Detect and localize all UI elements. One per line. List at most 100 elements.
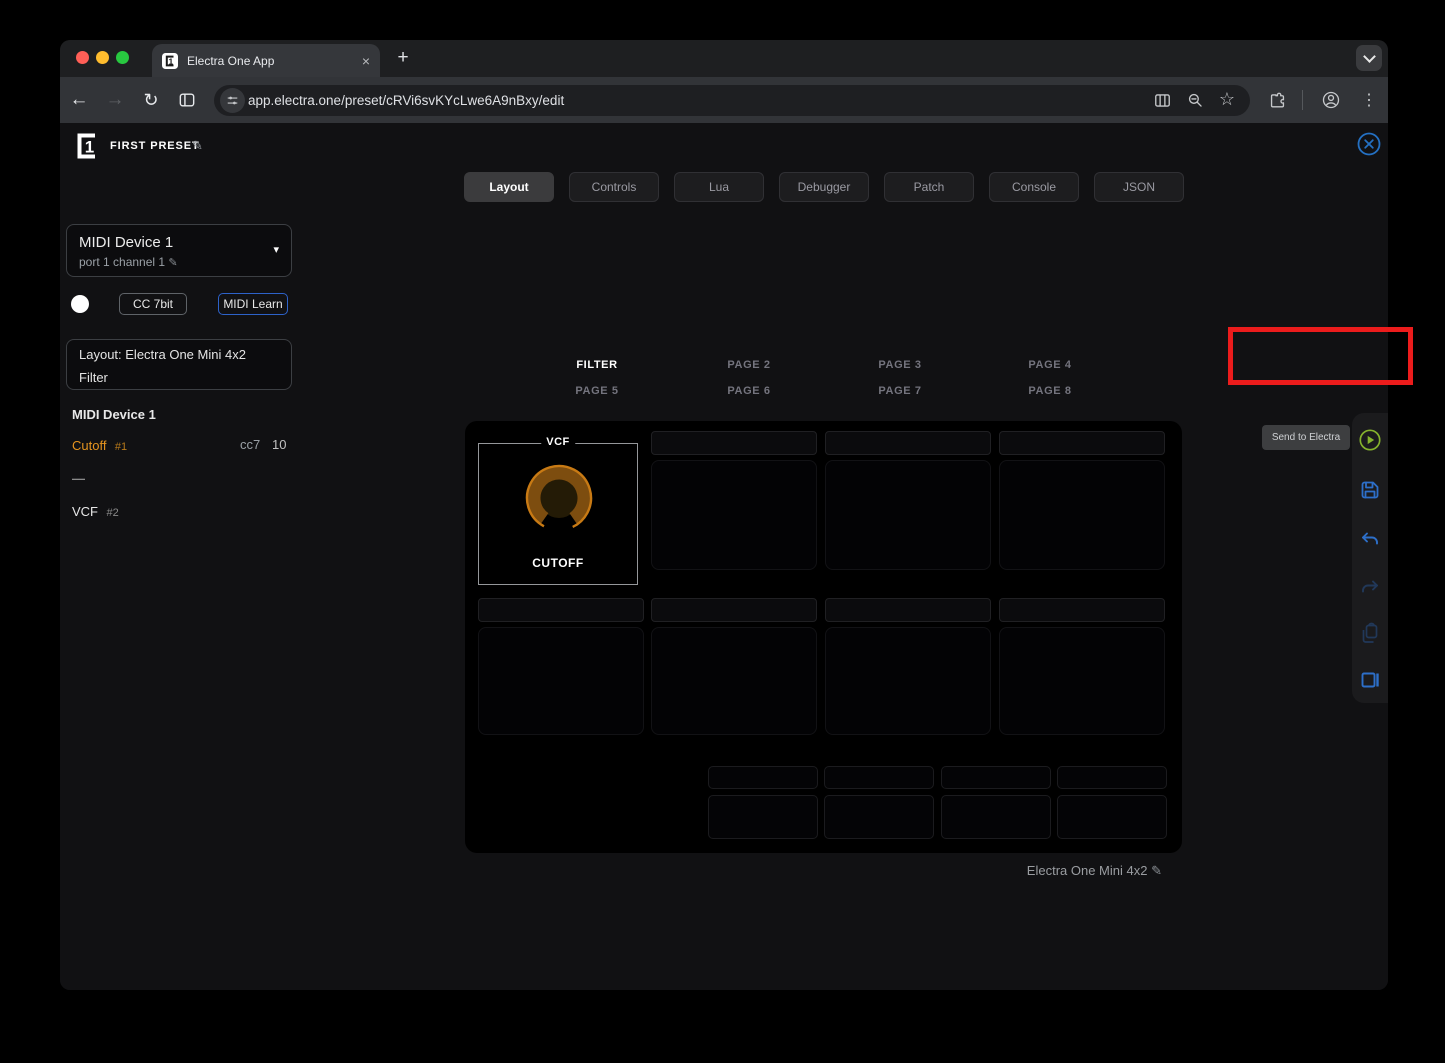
traffic-light-close[interactable] [76, 51, 89, 64]
close-tab-icon[interactable]: × [362, 53, 370, 69]
nav-tab-lua[interactable]: Lua [674, 172, 764, 202]
empty-slot-body[interactable] [999, 460, 1165, 570]
hw-button-zone[interactable] [708, 766, 818, 789]
annotation-highlight-rect [1228, 327, 1413, 385]
control-list-item-vcf[interactable]: VCF #2 [72, 503, 284, 521]
nav-tab-json[interactable]: JSON [1094, 172, 1184, 202]
layout-info-page: Filter [79, 370, 108, 385]
page-tab-6[interactable]: PAGE 6 [727, 385, 770, 397]
traffic-light-zoom[interactable] [116, 51, 129, 64]
nav-tab-controls[interactable]: Controls [569, 172, 659, 202]
browser-tab[interactable]: 1 Electra One App × [152, 44, 380, 77]
preset-name: FIRST PRESET [110, 140, 200, 152]
new-tab-button[interactable]: + [392, 47, 414, 69]
traffic-light-minimize[interactable] [96, 51, 109, 64]
app-content: 1 FIRST PRESET ✎ Layout Controls Lua Deb… [60, 123, 1388, 990]
control-parameter: 10 [272, 437, 286, 452]
empty-slot-header[interactable] [999, 598, 1165, 622]
hw-button-zone[interactable] [824, 766, 934, 789]
url-text[interactable]: app.electra.one/preset/cRVi6svKYcLwe6A9n… [248, 85, 564, 116]
color-swatch[interactable] [71, 295, 89, 313]
svg-text:1: 1 [85, 138, 94, 157]
page-tab-5[interactable]: PAGE 5 [575, 385, 618, 397]
hw-button-zone[interactable] [941, 795, 1051, 839]
panel-toggle-button[interactable] [1358, 668, 1382, 692]
empty-slot-header[interactable] [651, 598, 817, 622]
control-list-separator: — [72, 471, 85, 486]
empty-slot-header[interactable] [825, 431, 991, 455]
empty-slot-header[interactable] [651, 431, 817, 455]
tab-search-button[interactable] [1356, 45, 1382, 71]
device-label-row: Electra One Mini 4x2 ✎ [900, 863, 1162, 879]
cutoff-knob[interactable] [520, 459, 598, 537]
empty-slot-header[interactable] [478, 598, 644, 622]
close-editor-button[interactable] [1356, 131, 1382, 157]
paste-button[interactable] [1358, 622, 1382, 646]
hw-button-zone[interactable] [708, 795, 818, 839]
nav-tab-patch[interactable]: Patch [884, 172, 974, 202]
toolbar-divider [1302, 90, 1303, 110]
page-tab-4[interactable]: PAGE 4 [1028, 359, 1071, 371]
redo-button[interactable] [1358, 576, 1382, 600]
layout-info-layout: Layout: Electra One Mini 4x2 [79, 347, 246, 362]
hw-button-zone[interactable] [1057, 795, 1167, 839]
hw-button-zone[interactable] [1057, 766, 1167, 789]
empty-slot-body[interactable] [825, 460, 991, 570]
electra-logo: 1 [74, 132, 102, 160]
layout-canvas: VCF CUTOFF [465, 421, 1182, 853]
nav-tab-debugger[interactable]: Debugger [779, 172, 869, 202]
group-id: #2 [106, 507, 118, 519]
edit-device-label-icon[interactable]: ✎ [1151, 863, 1162, 878]
reload-button[interactable]: ↻ [138, 87, 164, 113]
nav-tab-console[interactable]: Console [989, 172, 1079, 202]
vcf-control-group[interactable]: VCF CUTOFF [478, 443, 638, 585]
hw-button-zone[interactable] [941, 766, 1051, 789]
sidebar-device-heading: MIDI Device 1 [72, 407, 156, 422]
tab-strip: 1 Electra One App × + [60, 40, 1388, 77]
device-label: Electra One Mini 4x2 [1027, 863, 1148, 878]
back-button[interactable]: ← [66, 87, 92, 113]
empty-slot-body[interactable] [825, 627, 991, 735]
send-to-electra-tooltip: Send to Electra [1262, 425, 1350, 450]
device-selector[interactable]: MIDI Device 1 port 1 channel 1 ✎ ▾ [66, 224, 292, 277]
editor-nav: Layout Controls Lua Debugger Patch Conso… [464, 172, 1184, 202]
save-button[interactable] [1358, 478, 1382, 502]
extensions-icon[interactable] [1264, 87, 1290, 113]
undo-button[interactable] [1358, 528, 1382, 552]
profile-avatar-icon[interactable] [1318, 87, 1344, 113]
control-id: #1 [115, 441, 127, 453]
page-tab-7[interactable]: PAGE 7 [878, 385, 921, 397]
zoom-out-icon[interactable] [1182, 87, 1208, 113]
page-tab-2[interactable]: PAGE 2 [727, 359, 770, 371]
empty-slot-body[interactable] [478, 627, 644, 735]
page-tab-8[interactable]: PAGE 8 [1028, 385, 1071, 397]
layout-info-box: Layout: Electra One Mini 4x2 Filter [66, 339, 292, 390]
bookmark-star-icon[interactable]: ☆ [1214, 86, 1240, 112]
favicon-electra: 1 [162, 53, 178, 69]
control-list-item-cutoff[interactable]: Cutoff #1 cc7 10 [72, 437, 284, 455]
side-panel-button[interactable] [174, 87, 200, 113]
forward-button[interactable]: → [102, 87, 128, 113]
empty-slot-header[interactable] [825, 598, 991, 622]
right-toolbar [1352, 413, 1388, 703]
midi-learn-button[interactable]: MIDI Learn [218, 293, 288, 315]
device-selector-detail: port 1 channel 1 [79, 255, 165, 269]
edit-device-icon[interactable]: ✎ [168, 257, 177, 269]
browser-menu-icon[interactable]: ⋮ [1356, 87, 1382, 113]
empty-slot-body[interactable] [651, 460, 817, 570]
hw-button-zone[interactable] [824, 795, 934, 839]
send-to-electra-button[interactable] [1358, 428, 1382, 452]
empty-slot-header[interactable] [999, 431, 1165, 455]
site-settings-icon[interactable] [220, 88, 245, 113]
page-tab-3[interactable]: PAGE 3 [878, 359, 921, 371]
empty-slot-body[interactable] [999, 627, 1165, 735]
edit-preset-name-icon[interactable]: ✎ [192, 138, 203, 154]
control-message: cc7 [240, 437, 260, 452]
empty-slot-body[interactable] [651, 627, 817, 735]
cutoff-label: CUTOFF [479, 556, 637, 570]
page-tab-filter[interactable]: FILTER [576, 359, 617, 371]
cc-mode-button[interactable]: CC 7bit [119, 293, 187, 315]
nav-tab-layout[interactable]: Layout [464, 172, 554, 202]
vcf-group-label: VCF [541, 436, 575, 448]
midi-icon[interactable] [1149, 87, 1175, 113]
